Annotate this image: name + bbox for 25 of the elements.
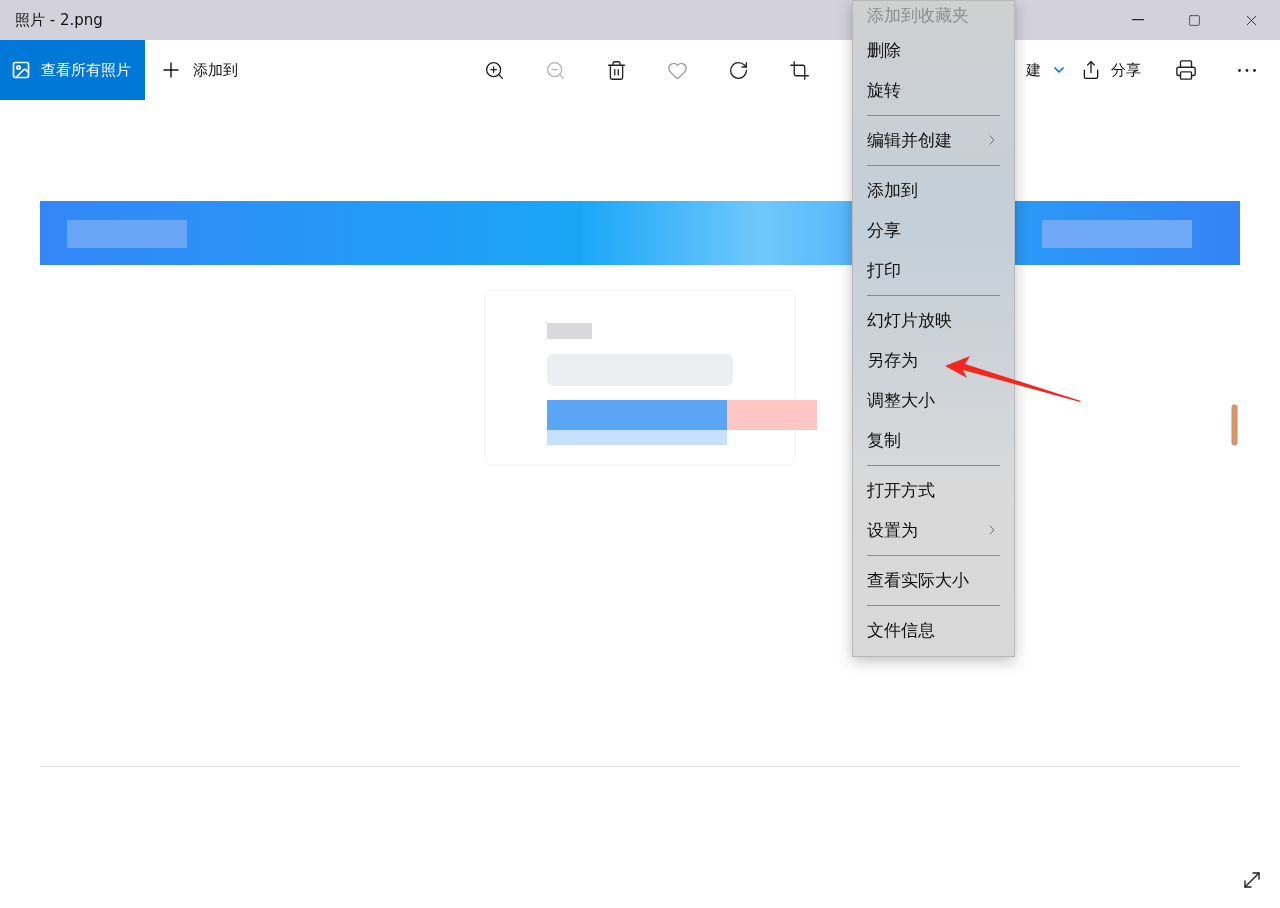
more-icon bbox=[1237, 68, 1256, 72]
window-title: 照片 - 2.png bbox=[15, 10, 103, 30]
image-icon bbox=[11, 60, 31, 80]
menu-item[interactable]: 打印 bbox=[853, 250, 1014, 290]
menu-item[interactable]: 分享 bbox=[853, 210, 1014, 250]
menu-item[interactable]: 幻灯片放映 bbox=[853, 300, 1014, 340]
menu-item[interactable]: 打开方式 bbox=[853, 470, 1014, 510]
share-icon bbox=[1081, 60, 1101, 80]
menu-item[interactable]: 旋转 bbox=[853, 70, 1014, 110]
menu-item[interactable]: 文件信息 bbox=[853, 610, 1014, 650]
menu-item[interactable]: 查看实际大小 bbox=[853, 560, 1014, 600]
submenu-item[interactable]: 编辑并创建 bbox=[853, 120, 1014, 160]
share-button[interactable]: 分享 bbox=[1077, 40, 1155, 100]
menu-item[interactable]: 添加到 bbox=[853, 170, 1014, 210]
menu-item[interactable]: 调整大小 bbox=[853, 380, 1014, 420]
printer-icon bbox=[1174, 59, 1197, 81]
edit-create-button[interactable]: 建 bbox=[1026, 40, 1077, 100]
add-to-button[interactable]: 添加到 bbox=[145, 40, 252, 100]
minimize-icon bbox=[1131, 19, 1144, 21]
menu-item[interactable]: 删除 bbox=[853, 30, 1014, 70]
maximize-icon bbox=[1188, 13, 1201, 27]
menu-item[interactable]: 另存为 bbox=[853, 340, 1014, 380]
view-all-photos-button[interactable]: 查看所有照片 bbox=[0, 40, 145, 100]
submenu-item[interactable]: 设置为 bbox=[853, 510, 1014, 550]
menu-item[interactable]: 复制 bbox=[853, 420, 1014, 460]
